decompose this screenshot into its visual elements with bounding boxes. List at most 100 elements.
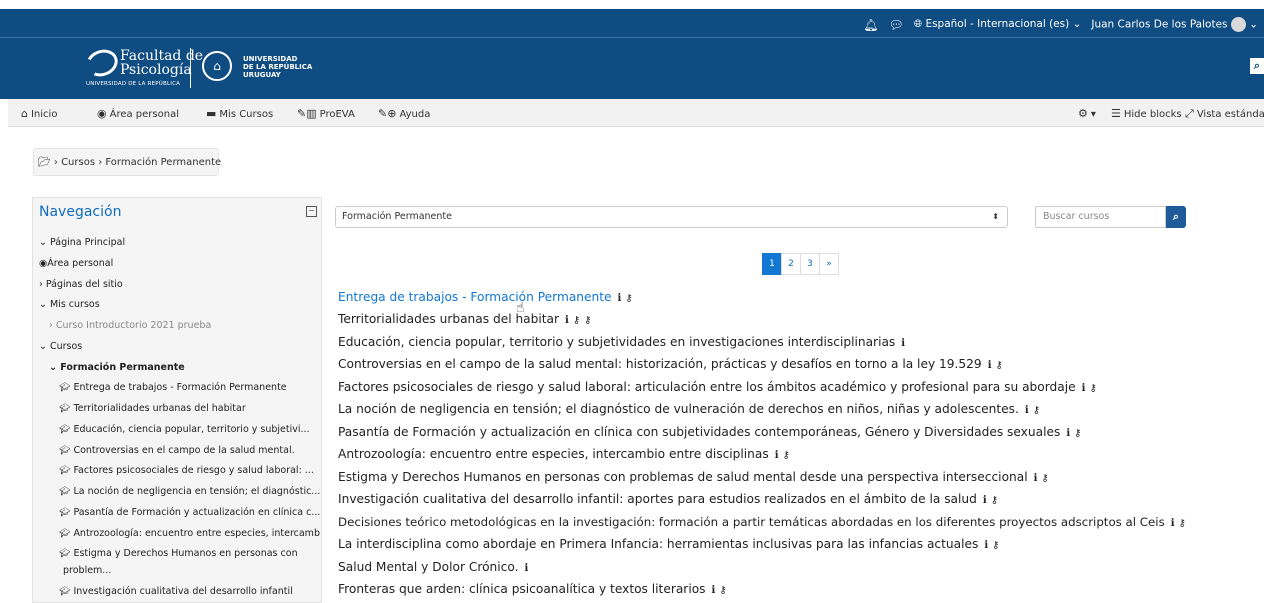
hand-cursor-icon: ☝ — [516, 300, 525, 316]
course-link[interactable]: Antrozoología: encuentro entre especies,… — [338, 447, 790, 461]
user-menu[interactable]: Juan Carlos De los Palotes ⌄ — [1091, 17, 1258, 32]
course-link[interactable]: Estigma y Derechos Humanos en personas c… — [338, 470, 1049, 484]
navigation-block: Navegación − ⌄ Página Principal ◉Área pe… — [32, 197, 322, 603]
graduation-cap-icon: 🎓︎ — [59, 487, 71, 497]
breadcrumb: 📂︎ › Cursos › Formación Permanente — [33, 148, 221, 176]
folder-icon[interactable]: 📂︎ — [38, 157, 51, 168]
nav-course-item[interactable]: 🎓︎ Investigación cualitativa del desarrol… — [59, 586, 293, 597]
course-link[interactable]: Educación, ciencia popular, territorio y… — [338, 335, 905, 349]
settings-menu[interactable]: ⚙ ▾ — [1078, 107, 1096, 120]
nav-course-item[interactable]: 🎓︎ Controversias en el campo de la salud … — [59, 445, 295, 456]
nav-proeva[interactable]: ✎▥ ProEVA — [297, 107, 355, 120]
user-menu-area: 🔔︎ 💬︎ 🌐︎ Español - Internacional (es) ⌄ … — [863, 17, 1258, 32]
info-icon[interactable]: i — [1082, 383, 1086, 394]
nav-ayuda[interactable]: ✎⊕ Ayuda — [378, 107, 430, 120]
nav-mis-cursos[interactable]: ▬ Mis Cursos — [206, 107, 273, 120]
graduation-cap-icon: 🎓︎ — [59, 466, 71, 476]
avatar — [1230, 17, 1246, 32]
nav-course-item[interactable]: 🎓︎ Educación, ciencia popular, territorio… — [59, 424, 310, 435]
course-search-input[interactable]: Buscar cursos — [1035, 206, 1166, 228]
wrench-institution-icon: ✎▥ — [297, 107, 317, 120]
page-2[interactable]: 2 — [781, 253, 801, 275]
nav-course-item[interactable]: 🎓︎ Territorialidades urbanas del habitar — [59, 403, 246, 414]
page-next[interactable]: » — [819, 253, 839, 275]
info-icon[interactable]: i — [901, 338, 905, 349]
nav-curso-introductorio[interactable]: › Curso Introductorio 2021 prueba — [49, 320, 211, 331]
course-link[interactable]: Controversias en el campo de la salud me… — [338, 357, 1003, 371]
nav-course-item[interactable]: 🎓︎ La noción de negligencia en tensión; e… — [59, 486, 320, 497]
logo-divider — [190, 48, 191, 88]
info-icon[interactable]: i — [1025, 405, 1029, 416]
nav-course-item[interactable]: 🎓︎ Estigma y Derechos Humanos en personas… — [59, 548, 298, 559]
top-strip — [0, 0, 1264, 9]
graduation-cap-icon: 🎓︎ — [59, 425, 71, 435]
info-icon[interactable]: i — [618, 293, 622, 304]
university-seal-icon: ⌂ — [202, 51, 232, 81]
course-link[interactable]: Territorialidades urbanas del habitar i ⚷ ⚷ — [338, 312, 592, 326]
info-icon[interactable]: i — [565, 315, 569, 326]
key-icon: ⚷ — [1074, 428, 1082, 439]
info-icon[interactable]: i — [524, 563, 528, 574]
info-icon[interactable]: i — [712, 585, 716, 596]
graduation-cap-icon: 🎓︎ — [59, 549, 71, 559]
university-name: UNIVERSIDAD DE LA REPÚBLICA URUGUAY — [243, 55, 313, 79]
course-link[interactable]: Pasantía de Formación y actualización en… — [338, 425, 1081, 439]
course-link[interactable]: Investigación cualitativa del desarrollo… — [338, 492, 998, 506]
info-icon[interactable]: i — [983, 495, 987, 506]
faculty-name-line2: Psicología — [120, 62, 192, 78]
chat-icon[interactable]: 💬︎ — [888, 18, 903, 32]
info-icon[interactable]: i — [1171, 518, 1175, 529]
nav-mis-cursos-item[interactable]: ⌄ Mis cursos — [39, 299, 100, 310]
nav-pagina-principal[interactable]: ⌄ Página Principal — [39, 237, 125, 248]
nav-course-item[interactable]: 🎓︎ Factores psicosociales de riesgo y sal… — [59, 465, 314, 476]
university-logo[interactable]: ⌂ UNIVERSIDAD DE LA REPÚBLICA URUGUAY — [202, 51, 312, 81]
nav-area-personal-item[interactable]: ◉Área personal — [39, 258, 113, 269]
graduation-cap-icon: 🎓︎ — [59, 446, 71, 456]
list-icon: ☰ — [1111, 107, 1121, 120]
nav-course-item[interactable]: 🎓︎ Antrozoología: encuentro entre especie… — [59, 528, 321, 539]
standard-view-button[interactable]: ⤢ Vista estándar — [1185, 107, 1264, 121]
expand-icon: ⤢ — [1185, 107, 1194, 120]
category-select[interactable]: Formación Permanente ⬍ — [335, 206, 1008, 228]
nav-cursos[interactable]: ⌄ Cursos — [39, 341, 82, 352]
nav-inicio[interactable]: ⌂ Inicio — [21, 107, 57, 120]
breadcrumb-formacion[interactable]: Formación Permanente — [105, 157, 221, 168]
info-icon[interactable]: i — [984, 540, 988, 551]
nav-course-item[interactable]: 🎓︎ Pasantía de Formación y actualización … — [59, 507, 320, 518]
bell-icon[interactable]: 🔔︎ — [863, 18, 878, 32]
course-link[interactable]: Decisiones teórico metodológicas en la i… — [338, 515, 1186, 529]
key-icon: ⚷ — [782, 450, 790, 461]
page-1[interactable]: 1 — [762, 253, 782, 275]
nav-formacion-permanente[interactable]: ⌄ Formación Permanente — [49, 362, 185, 373]
info-icon[interactable]: i — [775, 450, 779, 461]
course-link[interactable]: Salud Mental y Dolor Crónico. i — [338, 560, 528, 574]
nav-area-personal[interactable]: ◉ Área personal — [97, 107, 179, 120]
course-link[interactable]: Entrega de trabajos - Formación Permanen… — [338, 290, 633, 304]
course-link[interactable]: La interdisciplina como abordaje en Prim… — [338, 537, 999, 551]
nav-course-item[interactable]: 🎓︎ Entrega de trabajos - Formación Perman… — [59, 382, 287, 393]
course-link[interactable]: La noción de negligencia en tensión; el … — [338, 402, 1040, 416]
nav-course-item-continuation[interactable]: problem... — [63, 565, 111, 576]
graduation-cap-icon: 🎓︎ — [59, 529, 71, 539]
course-link[interactable]: Fronteras que arden: clínica psicoanalít… — [338, 582, 727, 596]
info-icon[interactable]: i — [1034, 473, 1038, 484]
faculty-subtitle: UNIVERSIDAD DE LA REPÚBLICA — [86, 81, 181, 87]
info-icon[interactable]: i — [988, 360, 992, 371]
language-menu[interactable]: 🌐︎ Español - Internacional (es) ⌄ — [914, 18, 1082, 31]
graduation-cap-icon: 🎓︎ — [59, 508, 71, 518]
key-icon: ⚷ — [572, 315, 581, 326]
nav-paginas-sitio[interactable]: › Páginas del sitio — [39, 279, 123, 290]
wrench-help-icon: ✎⊕ — [378, 107, 397, 120]
info-icon[interactable]: i — [1066, 428, 1070, 439]
collapse-block-icon[interactable]: − — [306, 206, 317, 217]
course-link[interactable]: Factores psicosociales de riesgo y salud… — [338, 380, 1097, 394]
page-3[interactable]: 3 — [800, 253, 820, 275]
key-icon: ⚷ — [990, 495, 999, 506]
graduation-cap-icon: 🎓︎ — [59, 383, 71, 393]
breadcrumb-cursos[interactable]: Cursos — [61, 157, 95, 168]
header-search-button[interactable]: ⌕ — [1250, 58, 1264, 74]
key-icon: ⚷ — [1032, 405, 1041, 416]
search-button[interactable]: ⌕ — [1166, 206, 1186, 228]
hide-blocks-button[interactable]: ☰ Hide blocks — [1111, 107, 1182, 120]
home-icon: ⌂ — [21, 107, 28, 120]
